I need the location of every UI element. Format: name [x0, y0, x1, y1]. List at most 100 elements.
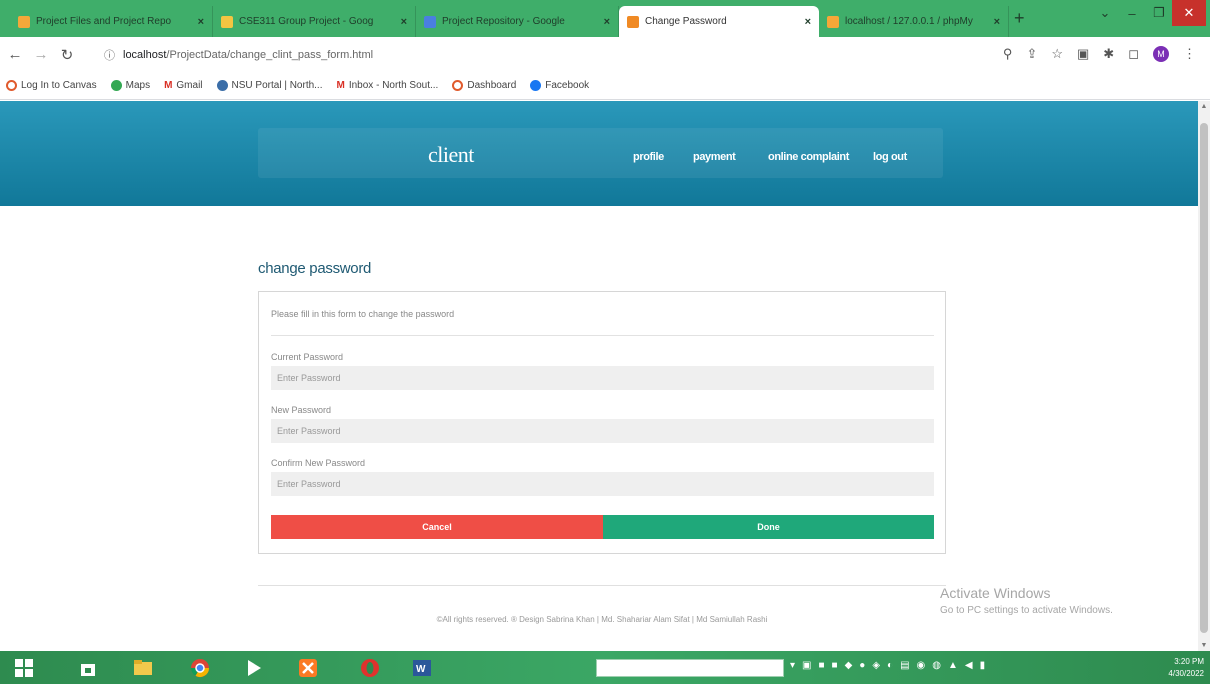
- browser-tab-strip: Project Files and Project Repo × CSE311 …: [0, 0, 1210, 37]
- tab-change-password[interactable]: Change Password ×: [619, 6, 819, 37]
- footer-copyright: ©All rights reserved. ® Design Sabrina K…: [436, 615, 768, 624]
- zoom-icon[interactable]: ⚲: [1003, 46, 1013, 62]
- reload-icon[interactable]: ↻: [56, 46, 78, 64]
- confirm-password-label: Confirm New Password: [271, 458, 366, 468]
- profile-avatar[interactable]: M: [1153, 46, 1169, 62]
- bookmark-canvas[interactable]: Log In to Canvas: [6, 80, 97, 91]
- canvas-icon: [6, 80, 17, 91]
- tray-app-icon[interactable]: ■: [832, 660, 838, 671]
- current-password-input[interactable]: [271, 366, 934, 390]
- phpmyadmin-icon: [827, 15, 839, 28]
- form-hint: Please fill in this form to change the p…: [271, 309, 455, 319]
- sidebar-icon[interactable]: ◻: [1128, 46, 1139, 62]
- globe-icon: [216, 80, 228, 91]
- tab-title: localhost / 127.0.0.1 / phpMy: [845, 16, 973, 27]
- confirm-password-input[interactable]: [271, 472, 934, 496]
- tab-title: CSE311 Group Project - Goog: [239, 16, 374, 27]
- page-viewport: client profile payment online complaint …: [0, 101, 1198, 651]
- tray-app-icon[interactable]: ▣: [802, 660, 811, 671]
- tray-app-icon[interactable]: ◆: [845, 660, 853, 671]
- tab-group-project[interactable]: CSE311 Group Project - Goog ×: [213, 6, 416, 37]
- bookmark-label: Log In to Canvas: [21, 80, 97, 91]
- tray-app-icon[interactable]: ■: [818, 660, 824, 671]
- file-explorer-icon[interactable]: [125, 655, 161, 680]
- tab-title: Project Repository - Google: [442, 16, 565, 27]
- svg-text:W: W: [416, 664, 426, 675]
- share-icon[interactable]: ⇪: [1026, 46, 1037, 62]
- tab-project-files[interactable]: Project Files and Project Repo ×: [10, 6, 213, 37]
- tray-app-icon[interactable]: ◍: [932, 660, 941, 671]
- bookmark-gmail[interactable]: M Gmail: [164, 80, 202, 91]
- site-brand[interactable]: client: [428, 142, 474, 168]
- nav-payment[interactable]: payment: [693, 151, 736, 163]
- back-icon[interactable]: ←: [4, 46, 26, 63]
- bookmark-label: Inbox - North Sout...: [348, 80, 439, 91]
- page-scrollbar[interactable]: ▲ ▼: [1198, 101, 1210, 651]
- minimize-icon[interactable]: –: [1118, 0, 1146, 26]
- done-button[interactable]: Done: [603, 515, 934, 539]
- window-close-icon[interactable]: ✕: [1172, 0, 1206, 26]
- clock-date: 4/30/2022: [1168, 669, 1204, 678]
- bookmark-nsu-portal[interactable]: NSU Portal | North...: [216, 80, 323, 91]
- bookmark-star-icon[interactable]: ☆: [1051, 46, 1063, 62]
- url-input[interactable]: ⓘ localhost /ProjectData/change_clint_pa…: [104, 43, 964, 66]
- opera-icon[interactable]: [352, 655, 388, 680]
- docs-icon: [424, 15, 436, 28]
- extensions-puzzle-icon[interactable]: ✱: [1103, 46, 1114, 62]
- xampp-icon[interactable]: [290, 655, 326, 680]
- tray-app-icon[interactable]: ◈: [872, 660, 880, 671]
- tab-search-icon[interactable]: ⌄: [1094, 0, 1116, 26]
- nav-log-out[interactable]: log out: [873, 151, 907, 163]
- tab-phpmyadmin[interactable]: localhost / 127.0.0.1 / phpMy ×: [819, 6, 1009, 37]
- tab-title: Project Files and Project Repo: [36, 16, 172, 27]
- bookmark-maps[interactable]: Maps: [110, 80, 150, 91]
- bookmark-facebook[interactable]: Facebook: [530, 80, 589, 91]
- nav-online-complaint[interactable]: online complaint: [768, 151, 849, 163]
- tray-app-icon[interactable]: ◐: [887, 660, 893, 671]
- volume-icon[interactable]: ◀: [965, 660, 973, 671]
- gmail-icon: M: [164, 80, 173, 91]
- scrollbar-thumb[interactable]: [1200, 123, 1208, 633]
- restore-icon[interactable]: ❐: [1146, 0, 1172, 26]
- page-icon: [627, 15, 639, 28]
- nav-profile[interactable]: profile: [633, 151, 664, 163]
- tray-app-icon[interactable]: ●: [859, 660, 865, 671]
- scroll-down-icon[interactable]: ▼: [1198, 642, 1210, 649]
- bookmark-label: Dashboard: [467, 80, 517, 91]
- forward-icon[interactable]: →: [30, 46, 52, 63]
- close-icon[interactable]: ×: [401, 16, 407, 28]
- battery-icon[interactable]: ▮: [980, 660, 986, 671]
- close-icon[interactable]: ×: [805, 16, 811, 28]
- close-icon[interactable]: ×: [994, 16, 1000, 28]
- url-path: /ProjectData/change_clint_pass_form.html: [166, 48, 374, 61]
- bookmark-label: Facebook: [545, 80, 590, 91]
- windows-start-icon[interactable]: [6, 655, 42, 680]
- close-icon[interactable]: ×: [604, 16, 610, 28]
- bookmark-dashboard[interactable]: Dashboard: [452, 80, 516, 91]
- chrome-icon[interactable]: [182, 655, 218, 680]
- drive-icon: [221, 15, 233, 28]
- media-player-icon[interactable]: [236, 655, 272, 680]
- tray-app-icon[interactable]: ▤: [900, 660, 909, 671]
- bookmark-inbox[interactable]: M Inbox - North Sout...: [337, 80, 439, 91]
- canvas-icon: [452, 80, 464, 91]
- close-icon[interactable]: ×: [198, 16, 204, 28]
- maps-icon: [110, 80, 122, 91]
- scroll-up-icon[interactable]: ▲: [1198, 103, 1210, 110]
- extension-icon[interactable]: ▣: [1077, 46, 1089, 62]
- drive-icon: [18, 15, 30, 28]
- word-icon[interactable]: W: [404, 655, 440, 680]
- cancel-button[interactable]: Cancel: [271, 515, 603, 539]
- taskbar-clock[interactable]: 3:20 PM 4/30/2022: [1168, 656, 1204, 680]
- facebook-icon: [530, 80, 542, 91]
- store-icon[interactable]: [70, 655, 106, 680]
- new-tab-button[interactable]: +: [1014, 8, 1025, 29]
- taskbar-search-input[interactable]: [596, 659, 784, 677]
- menu-icon[interactable]: ⋮: [1183, 46, 1196, 62]
- tray-chevron-icon[interactable]: ▾: [790, 660, 795, 671]
- new-password-input[interactable]: [271, 419, 934, 443]
- network-icon[interactable]: ▲: [948, 660, 958, 671]
- tray-app-icon[interactable]: ◉: [917, 660, 926, 671]
- site-info-icon[interactable]: ⓘ: [104, 47, 115, 63]
- tab-project-repository[interactable]: Project Repository - Google ×: [416, 6, 619, 37]
